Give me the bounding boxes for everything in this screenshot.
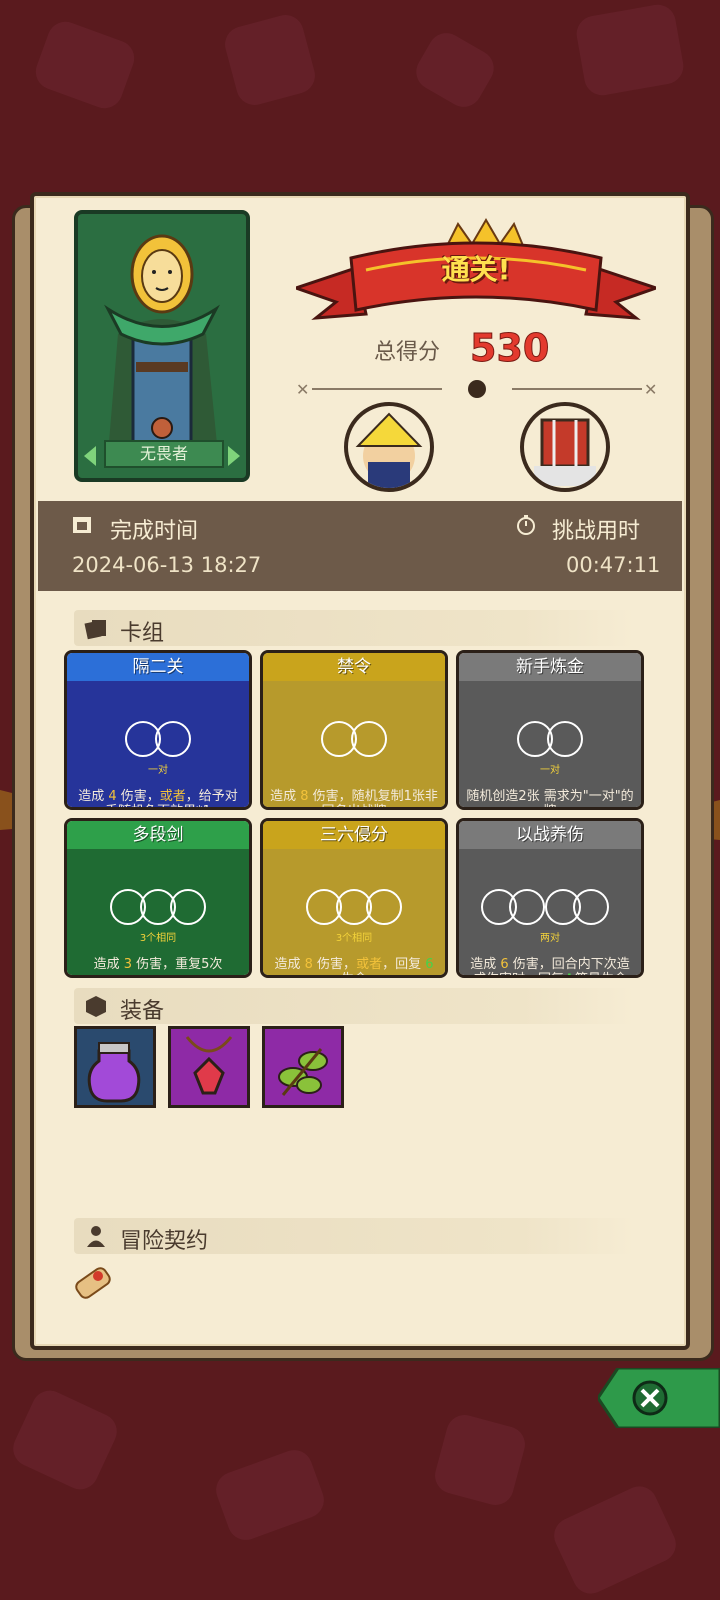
dice-slots-icon xyxy=(110,889,206,925)
damage-value: 3 xyxy=(123,957,132,972)
card-body: 造成 8 伤害，随机复制1张非同名出战牌 xyxy=(263,681,445,807)
finish-time-value: 2024-06-13 18:27 xyxy=(72,553,262,577)
ornament-divider: ✕ ✕ xyxy=(296,380,657,399)
box-icon xyxy=(86,996,106,1017)
calendar-icon xyxy=(73,517,91,533)
contract-section-header: 冒险契约 xyxy=(74,1218,634,1254)
red-gem-necklace-icon xyxy=(185,1036,233,1095)
card-title: 新手炼金 xyxy=(459,653,641,681)
or-keyword: 或者 xyxy=(159,789,186,804)
damage-value: 8 xyxy=(304,957,313,972)
card-body: 两对造成 6 伤害，回合内下次造成伤害时，回复✚等量生命 xyxy=(459,849,641,975)
equipment-title: 装备 xyxy=(120,999,165,1024)
duration-value: 00:47:11 xyxy=(566,553,661,577)
deck-card[interactable]: 三六侵分3个相同造成 8 伤害，或者，回复 6 生命 xyxy=(260,818,448,978)
heal-value: 6 xyxy=(425,957,434,972)
deck-card[interactable]: 以战养伤两对造成 6 伤害，回合内下次造成伤害时，回复✚等量生命 xyxy=(456,818,644,978)
card-title: 禁令 xyxy=(263,653,445,681)
prev-arrow-icon[interactable] xyxy=(84,446,96,466)
contract-title: 冒险契约 xyxy=(120,1229,209,1254)
heal-icon: ✚ xyxy=(564,972,575,975)
card-requirement: 一对 xyxy=(148,765,168,776)
description-text: 伤害， xyxy=(116,789,160,804)
deck-section-header: 卡组 xyxy=(74,610,634,646)
card-description: 造成 6 伤害，回合内下次造成伤害时，回复✚等量生命 xyxy=(465,957,635,975)
card-body: 一对随机创造2张 需求为"一对"的牌 xyxy=(459,681,641,807)
description-text: 造成 xyxy=(78,789,109,804)
dice-slots-icon xyxy=(321,721,387,757)
description-text: 伤害， xyxy=(312,957,357,972)
close-button[interactable] xyxy=(598,1368,720,1428)
hero-name: 无畏者 xyxy=(104,440,224,468)
score-value: 530 xyxy=(469,326,550,371)
svg-text:✕: ✕ xyxy=(296,380,309,399)
card-requirement: 一对 xyxy=(540,765,560,776)
deck-card[interactable]: 新手炼金一对随机创造2张 需求为"一对"的牌 xyxy=(456,650,644,810)
deck-card[interactable]: 禁令造成 8 伤害，随机复制1张非同名出战牌 xyxy=(260,650,448,810)
description-text: 生命 xyxy=(341,972,367,975)
opponent-avatar-1[interactable] xyxy=(344,402,434,492)
card-title: 隔二关 xyxy=(67,653,249,681)
dice-slots-icon xyxy=(481,889,609,925)
card-title: 三六侵分 xyxy=(263,821,445,849)
card-title: 以战养伤 xyxy=(459,821,641,849)
description-text: 造成 xyxy=(270,789,301,804)
card-description: 造成 4 伤害，或者，给予对手随机负面效果*1 xyxy=(73,789,243,807)
equipment-slot-1[interactable] xyxy=(74,1026,156,1108)
description-text: 伤害，随机复制1张非同名出战牌 xyxy=(312,789,438,807)
description-text: 造成 xyxy=(470,957,501,972)
equipment-slot-2[interactable] xyxy=(168,1026,250,1108)
description-text: ，回复 xyxy=(382,957,426,972)
dice-slots-icon xyxy=(306,889,402,925)
description-text: 造成 xyxy=(274,957,305,972)
dice-slots-icon xyxy=(125,721,191,757)
stopwatch-icon xyxy=(517,515,535,535)
card-description: 造成 8 伤害，随机复制1张非同名出战牌 xyxy=(269,789,439,807)
deck-title: 卡组 xyxy=(120,621,165,646)
info-band: 完成时间 2024-06-13 18:27 挑战用时 00:47:11 xyxy=(38,501,682,591)
hero-illustration xyxy=(104,234,220,454)
duration-label: 挑战用时 xyxy=(552,519,641,544)
equipment-section-header: 装备 xyxy=(74,988,634,1024)
card-body: 3个相同造成 8 伤害，或者，回复 6 生命 xyxy=(263,849,445,975)
deck-card[interactable]: 隔二关一对造成 4 伤害，或者，给予对手随机负面效果*1 xyxy=(64,650,252,810)
card-description: 造成 3 伤害，重复5次 xyxy=(73,957,243,972)
card-body: 一对造成 4 伤害，或者，给予对手随机负面效果*1 xyxy=(67,681,249,807)
card-description: 造成 8 伤害，或者，回复 6 生命 xyxy=(269,957,439,975)
card-requirement: 3个相同 xyxy=(139,933,177,944)
result-page: 无畏者 通关! 总得分 530 ✕ ✕ 完成时间 2024-06-13 18:2… xyxy=(30,192,690,1350)
equipment-slot-3[interactable] xyxy=(262,1026,344,1108)
green-herb-icon xyxy=(278,1048,328,1096)
damage-value: 6 xyxy=(500,957,509,972)
description-text: 随机创造2张 需求为"一对"的牌 xyxy=(466,789,634,807)
dice-slots-icon xyxy=(517,721,583,757)
opponent-avatar-2[interactable] xyxy=(520,402,610,492)
next-arrow-icon[interactable] xyxy=(228,446,240,466)
description-text: 等量生命 xyxy=(575,972,627,975)
deck-card[interactable]: 多段剑 3个相同 造成 3 伤害，重复5次 xyxy=(64,818,252,978)
total-score: 总得分 530 xyxy=(374,326,574,374)
potion-jug-icon xyxy=(87,1042,141,1103)
damage-value: 8 xyxy=(300,789,309,804)
or-keyword: 或者 xyxy=(356,957,383,972)
damage-value: 4 xyxy=(108,789,117,804)
victory-title: 通关! xyxy=(441,253,511,286)
description-text: 造成 xyxy=(93,957,124,972)
card-description: 随机创造2张 需求为"一对"的牌 xyxy=(465,789,635,807)
card-body: 3个相同造成 3 伤害，重复5次 xyxy=(67,849,249,975)
card-requirement: 两对 xyxy=(540,933,560,944)
finish-time-label: 完成时间 xyxy=(110,519,199,544)
hero-portrait[interactable]: 无畏者 xyxy=(74,210,250,482)
person-icon xyxy=(87,1226,105,1247)
svg-text:✕: ✕ xyxy=(644,380,657,399)
cards-icon xyxy=(84,620,106,640)
scroll-icon[interactable] xyxy=(68,1260,118,1310)
card-title: 多段剑 xyxy=(67,821,249,849)
score-label: 总得分 xyxy=(374,340,441,365)
card-requirement: 3个相同 xyxy=(335,933,373,944)
description-text: 伤害，重复5次 xyxy=(132,957,223,972)
